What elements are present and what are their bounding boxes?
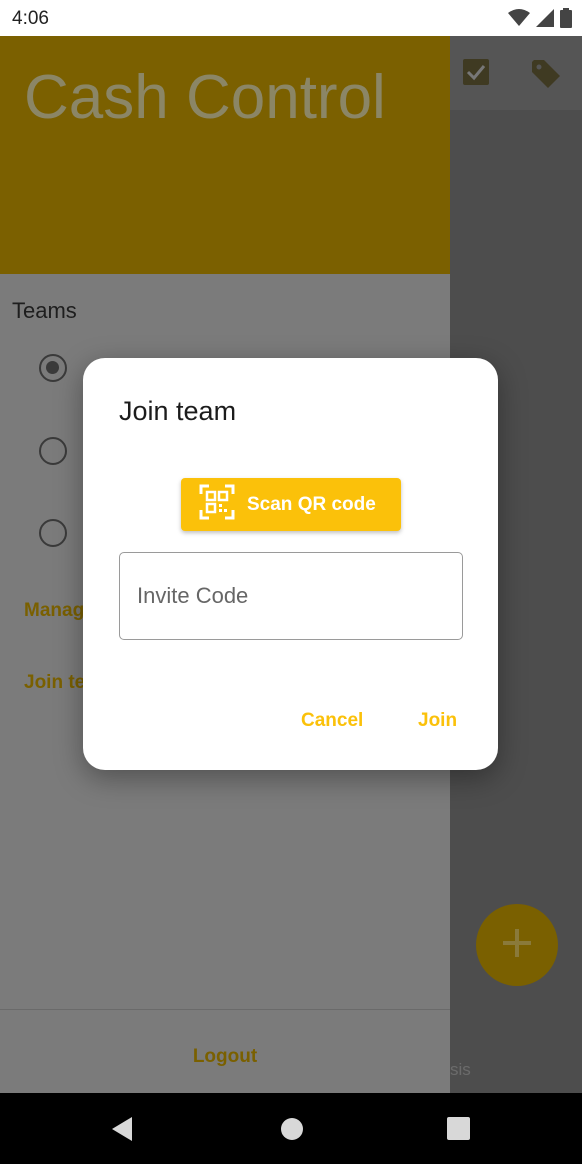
recents-icon[interactable] [447,1117,470,1145]
status-time: 4:06 [12,8,49,29]
plus-icon [501,927,533,964]
join-button[interactable]: Join [418,710,457,732]
join-team-dialog: Join team Scan QR code Cancel Join [83,358,498,770]
back-icon[interactable] [110,1117,134,1146]
cancel-button[interactable]: Cancel [301,710,363,732]
drawer-header: Cash Control [0,36,450,274]
join-team-link[interactable]: Join te [24,672,85,694]
teams-label: Teams [12,298,77,323]
drawer-divider [0,1009,450,1010]
invite-code-field[interactable] [119,552,463,640]
status-icons [508,8,572,33]
drawer-title: Cash Control [24,63,386,132]
checkbox-icon[interactable] [462,58,490,91]
signal-icon [536,9,554,32]
team-radio-2[interactable] [39,437,67,465]
team-radio-1[interactable] [39,354,67,382]
app-toolbar [450,36,582,110]
bottom-nav-label[interactable]: sis [450,1060,471,1080]
dialog-title: Join team [119,396,237,426]
battery-icon [560,8,572,33]
manage-teams-link[interactable]: Manag [24,600,84,622]
home-icon[interactable] [280,1117,304,1146]
invite-code-input[interactable] [137,579,447,613]
team-radio-3[interactable] [39,519,67,547]
system-nav-bar [0,1093,582,1164]
tag-icon[interactable] [530,58,562,95]
logout-button[interactable]: Logout [0,1046,450,1068]
scan-qr-label: Scan QR code [247,493,376,515]
qr-scan-icon [199,484,235,525]
status-bar: 4:06 [0,0,582,36]
scan-qr-button[interactable]: Scan QR code [181,478,401,531]
wifi-icon [508,9,530,32]
add-fab[interactable] [476,904,558,986]
